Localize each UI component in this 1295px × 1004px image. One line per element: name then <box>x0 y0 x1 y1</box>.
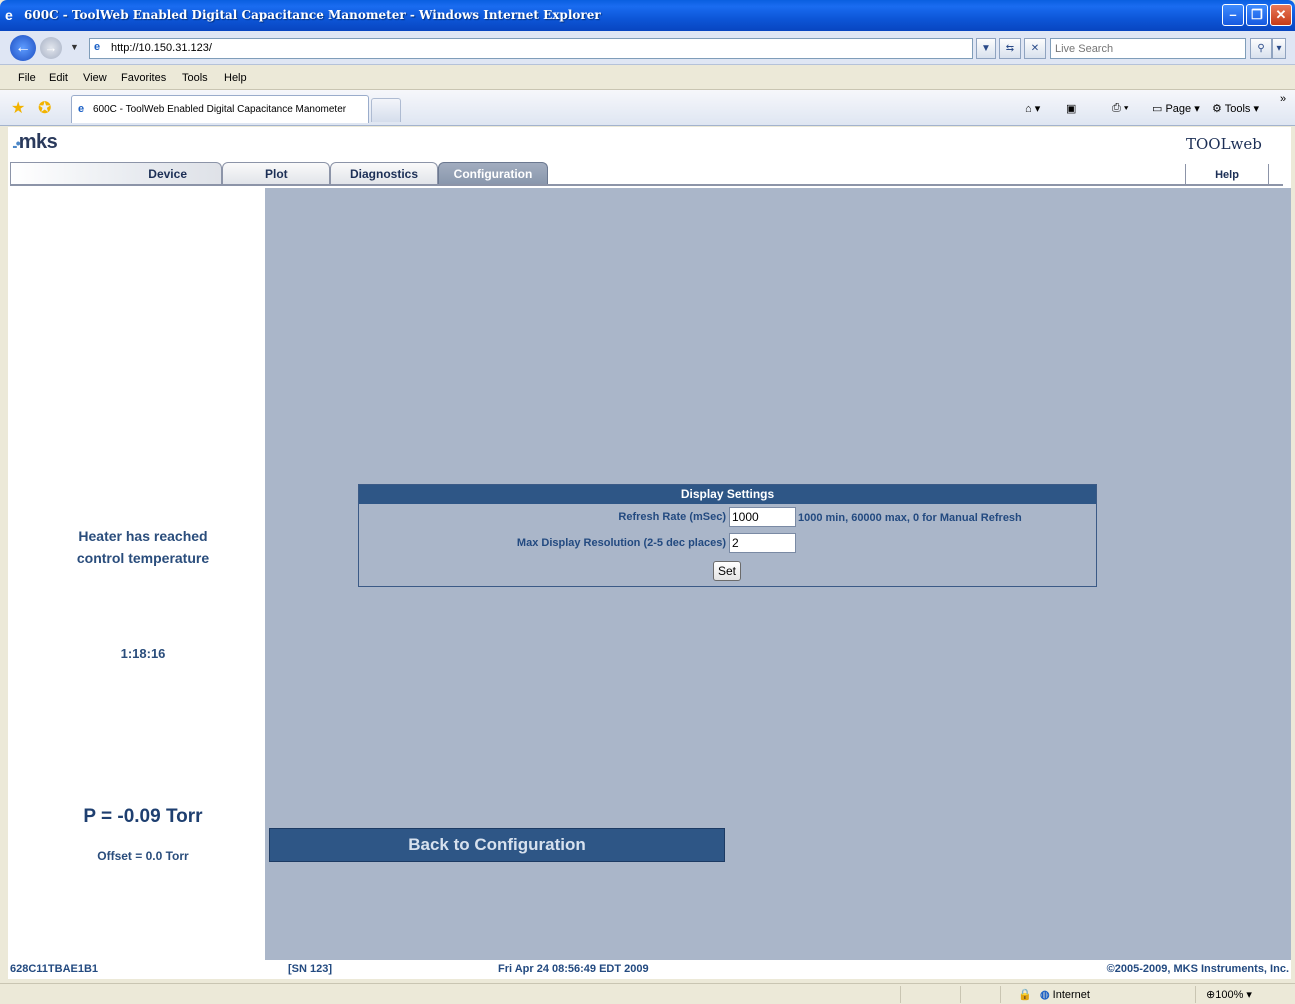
restore-button[interactable]: ❐ <box>1246 4 1268 26</box>
menu-favorites[interactable]: Favorites <box>121 72 166 84</box>
device-id: 628C11TBAE1B1 <box>10 963 99 975</box>
search-field[interactable] <box>1050 38 1246 59</box>
menu-edit[interactable]: Edit <box>49 72 68 84</box>
menu-view[interactable]: View <box>83 72 107 84</box>
search-icon: ⚲ <box>1257 43 1265 54</box>
serial-number: [SN 123] <box>288 963 333 975</box>
display-settings-title: Display Settings <box>359 485 1096 504</box>
url-dropdown-button[interactable]: ▼ <box>976 38 996 59</box>
status-bar: 🔒 ◍ Internet ⊕100% ▾ <box>0 983 1295 1004</box>
main-panel: Display Settings Refresh Rate (mSec) 100… <box>265 188 1291 960</box>
page-icon: ▭ <box>1152 103 1166 115</box>
arrow-right-icon: → <box>44 40 58 55</box>
device-datetime: Fri Apr 24 08:56:49 EDT 2009 <box>498 963 649 975</box>
menu-tools[interactable]: Tools <box>182 72 208 84</box>
chevron-down-icon: ▾ <box>1276 43 1282 54</box>
page-icon: e <box>94 41 101 53</box>
tools-menu-button[interactable]: ⚙ Tools ▾ <box>1212 102 1259 115</box>
resolution-label: Max Display Resolution (2-5 dec places) <box>516 537 726 549</box>
tab-plot[interactable]: Plot <box>222 162 330 186</box>
search-button[interactable]: ⚲ <box>1250 38 1272 59</box>
favorites-star-icon[interactable]: ★ <box>11 98 25 118</box>
refresh-rate-label: Refresh Rate (mSec) <box>618 511 726 523</box>
search-input[interactable] <box>1051 39 1245 58</box>
status-pane <box>1195 986 1196 1003</box>
menu-bar: File Edit View Favorites Tools Help <box>0 66 1295 90</box>
stop-button[interactable]: ✕ <box>1024 38 1046 59</box>
chevron-down-icon: ▼ <box>981 43 991 54</box>
status-sidebar: Heater has reached control temperature 1… <box>8 188 265 960</box>
refresh-rate-hint: 1000 min, 60000 max, 0 for Manual Refres… <box>798 512 1022 524</box>
zoom-icon: ⊕ <box>1206 989 1216 1001</box>
tab-configuration[interactable]: Configuration <box>438 162 548 186</box>
heater-status: Heater has reached control temperature <box>76 528 210 566</box>
browser-tab-label: 600C - ToolWeb Enabled Digital Capacitan… <box>93 104 347 115</box>
web-page: ..•mks TOOLweb Device Plot Diagnostics C… <box>8 127 1291 979</box>
security-zone: ◍ Internet <box>1040 989 1090 1001</box>
home-icon[interactable]: ⌂ ▾ <box>1025 102 1040 115</box>
back-to-configuration-button[interactable]: Back to Configuration <box>269 828 725 862</box>
set-button[interactable]: Set <box>713 561 741 581</box>
back-nav-button[interactable]: ← <box>10 35 36 61</box>
chevron-more-icon[interactable]: » <box>1280 93 1286 105</box>
ie-page-icon: e <box>78 103 85 115</box>
browser-tab-active[interactable]: e 600C - ToolWeb Enabled Digital Capacit… <box>71 95 369 123</box>
zoom-control[interactable]: ⊕100% ▾ <box>1206 988 1252 1001</box>
address-bar: ← → ▼ e http://10.150.31.123/ ▼ ⇆ ✕ ⚲ ▾ <box>0 31 1295 65</box>
window-title: 600C - ToolWeb Enabled Digital Capacitan… <box>24 8 601 22</box>
close-button[interactable]: ✕ <box>1270 4 1292 26</box>
gear-icon: ⚙ <box>1212 103 1225 115</box>
tabs-divider <box>10 184 1283 186</box>
refresh-rate-input[interactable] <box>729 507 796 527</box>
elapsed-time: 1:18:16 <box>120 646 166 661</box>
status-pane <box>960 986 961 1003</box>
resolution-input[interactable] <box>729 533 796 553</box>
search-options-button[interactable]: ▾ <box>1272 38 1286 59</box>
url-text: http://10.150.31.123/ <box>111 42 212 54</box>
toolweb-logo: TOOLweb <box>1186 135 1262 153</box>
nav-history-dropdown-icon[interactable]: ▼ <box>70 42 79 52</box>
window-title-bar: e 600C - ToolWeb Enabled Digital Capacit… <box>0 0 1295 31</box>
tab-diagnostics[interactable]: Diagnostics <box>330 162 438 186</box>
status-pane <box>900 986 901 1003</box>
page-menu-button[interactable]: ▭ Page ▾ <box>1152 102 1200 115</box>
page-footer: 628C11TBAE1B1 [SN 123] Fri Apr 24 08:56:… <box>8 960 1291 979</box>
pressure-reading: P = -0.09 Torr <box>83 806 203 827</box>
menu-file[interactable]: File <box>18 72 36 84</box>
refresh-button[interactable]: ⇆ <box>999 38 1021 59</box>
copyright: ©2005-2009, MKS Instruments, Inc. <box>1106 963 1289 975</box>
refresh-icon: ⇆ <box>1005 43 1015 54</box>
display-settings-panel: Display Settings Refresh Rate (mSec) 100… <box>358 484 1097 587</box>
help-link[interactable]: Help <box>1185 164 1269 186</box>
mks-logo: ..•mks <box>12 131 58 153</box>
arrow-left-icon: ← <box>15 39 31 56</box>
status-pane <box>1000 986 1001 1003</box>
url-field[interactable]: e http://10.150.31.123/ <box>89 38 973 59</box>
tab-bar: ★ ✪ e 600C - ToolWeb Enabled Digital Cap… <box>0 90 1295 126</box>
print-icon[interactable]: ⎙ ▾ <box>1112 102 1128 115</box>
forward-nav-button[interactable]: → <box>40 37 62 59</box>
minimize-button[interactable]: – <box>1222 4 1244 26</box>
page-header: ..•mks TOOLweb Device Plot Diagnostics C… <box>8 127 1291 187</box>
menu-help[interactable]: Help <box>224 72 247 84</box>
ie-logo-icon: e <box>5 7 13 23</box>
feeds-icon[interactable]: ▣ <box>1066 102 1076 115</box>
protected-mode-icon: 🔒 <box>1018 989 1032 1001</box>
tab-device[interactable]: Device <box>10 162 222 186</box>
new-tab-button[interactable] <box>371 98 401 122</box>
globe-icon: ◍ <box>1040 989 1053 1001</box>
add-favorites-icon[interactable]: ✪ <box>38 98 51 118</box>
stop-icon: ✕ <box>1030 43 1040 54</box>
offset-reading: Offset = 0.0 Torr <box>97 849 189 863</box>
